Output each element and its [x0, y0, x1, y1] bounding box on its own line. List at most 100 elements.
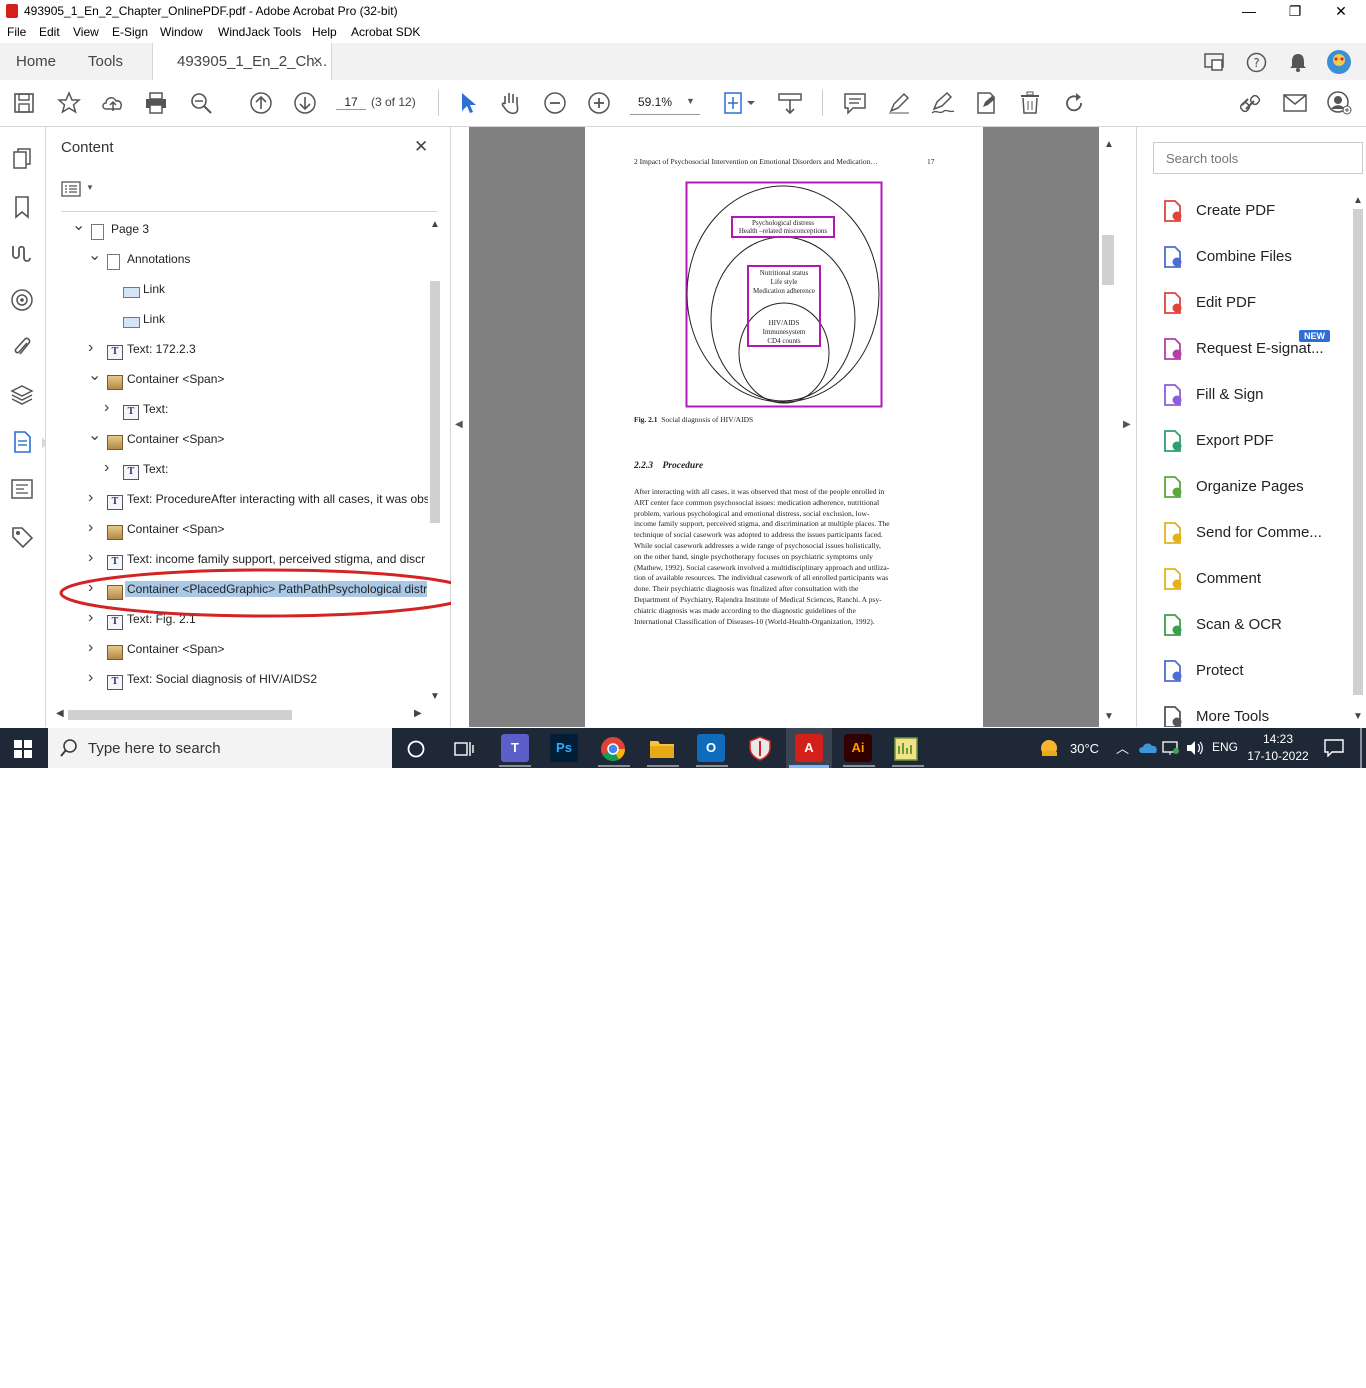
menu-view[interactable]: View — [73, 25, 99, 39]
weather-sun-icon[interactable] — [1038, 738, 1060, 758]
menu-windjack-tools[interactable]: WindJack Tools — [218, 25, 301, 39]
chevron-right-icon[interactable]: › — [88, 640, 98, 656]
h-scrollbar-thumb[interactable] — [68, 710, 292, 720]
doc-vertical-scrollbar[interactable]: ▲ ▼ — [1099, 127, 1119, 727]
print-icon[interactable] — [144, 91, 168, 115]
previous-page-icon[interactable] — [249, 91, 273, 115]
tab-close-icon[interactable]: × — [313, 43, 322, 80]
acrobat-taskbar-active[interactable]: A — [786, 728, 832, 768]
next-page-icon[interactable] — [293, 91, 317, 115]
accessibility-icon[interactable] — [10, 288, 34, 312]
pdf-page[interactable]: 2 Impact of Psychosocial Intervention on… — [585, 127, 983, 727]
weather-temperature[interactable]: 30°C — [1070, 741, 1099, 756]
windows-start-icon[interactable] — [14, 740, 32, 758]
tab-tools[interactable]: Tools — [88, 43, 123, 80]
sign-pen-icon[interactable] — [930, 91, 956, 115]
menu-acrobat-sdk[interactable]: Acrobat SDK — [351, 25, 420, 39]
tool-send-for-comment[interactable]: Send for Comme... — [1161, 519, 1347, 549]
chevron-right-icon[interactable]: › — [88, 340, 98, 356]
zoom-in-icon[interactable] — [587, 91, 611, 115]
bell-icon[interactable] — [1289, 52, 1307, 73]
select-cursor-icon[interactable] — [458, 91, 478, 115]
chevron-right-icon[interactable]: › — [88, 490, 98, 506]
scroll-up-icon[interactable]: ▲ — [1104, 139, 1114, 150]
tags-icon[interactable] — [10, 477, 34, 501]
tool-more-tools[interactable]: More Tools — [1161, 703, 1347, 727]
page-fit-icon[interactable] — [723, 91, 757, 115]
tree-row[interactable]: Link — [60, 307, 428, 337]
content-panel-icon[interactable] — [10, 430, 34, 454]
tool-create-pdf[interactable]: Create PDF — [1161, 197, 1347, 227]
outlook-app-icon[interactable]: O — [697, 734, 725, 762]
scroll-right-icon[interactable]: ▶ — [414, 708, 422, 719]
scroll-up-icon[interactable]: ▲ — [430, 219, 440, 230]
menu-edit[interactable]: Edit — [39, 25, 60, 39]
restore-button[interactable]: ❐ — [1272, 0, 1318, 22]
tools-scrollbar-thumb[interactable] — [1353, 209, 1363, 695]
scroll-up-icon[interactable]: ▲ — [1353, 195, 1363, 206]
chevron-down-icon[interactable]: ⌄ — [88, 368, 101, 384]
tree-row[interactable]: ⌄ Container <Span> — [60, 427, 428, 457]
tab-document[interactable]: 493905_1_En_2_Ch... × — [152, 43, 332, 81]
close-panel-icon[interactable]: ✕ — [414, 137, 428, 157]
zoom-search-icon[interactable] — [189, 91, 213, 115]
zoom-out-icon[interactable] — [543, 91, 567, 115]
notes-app-icon[interactable] — [893, 736, 919, 762]
scroll-mode-icon[interactable] — [778, 91, 802, 115]
tool-fill-sign[interactable]: Fill & Sign — [1161, 381, 1347, 411]
tool-protect[interactable]: Protect — [1161, 657, 1347, 687]
illustrator-app-icon[interactable]: Ai — [844, 734, 872, 762]
teams-app-icon[interactable]: T — [501, 734, 529, 762]
bookmarks-icon[interactable] — [10, 195, 34, 219]
tool-combine-files[interactable]: Combine Files — [1161, 243, 1347, 273]
hand-tool-icon[interactable] — [499, 90, 523, 116]
tree-vertical-scrollbar[interactable]: ▲ ▼ — [428, 219, 442, 705]
chevron-down-icon[interactable]: ⌄ — [72, 218, 85, 234]
options-menu-button[interactable]: ▼ — [61, 179, 99, 201]
tool-edit-pdf[interactable]: Edit PDF — [1161, 289, 1347, 319]
attachments-icon[interactable] — [10, 335, 34, 359]
photoshop-app-icon[interactable]: Ps — [550, 734, 578, 762]
tree-row[interactable]: › T Text: — [60, 457, 428, 487]
tree-row[interactable]: ⌄ Container <Span> — [60, 367, 428, 397]
notifications-icon[interactable] — [1324, 739, 1344, 757]
onedrive-icon[interactable] — [1138, 741, 1158, 755]
collapse-right-icon[interactable]: ▶ — [1123, 419, 1131, 430]
layers-icon[interactable] — [10, 383, 34, 407]
chevron-down-icon[interactable]: ⌄ — [88, 428, 101, 444]
bookmark-star-icon[interactable] — [57, 91, 81, 115]
zoom-select[interactable]: 59.1% ▼ — [630, 94, 700, 115]
tree-row[interactable]: Link — [60, 277, 428, 307]
scrollbar-thumb[interactable] — [430, 281, 440, 523]
chrome-app-icon[interactable] — [600, 736, 626, 762]
upload-cloud-icon[interactable] — [100, 91, 126, 115]
add-user-icon[interactable] — [1327, 91, 1353, 115]
chevron-right-icon[interactable]: › — [104, 460, 114, 476]
chevron-right-icon[interactable]: › — [88, 520, 98, 536]
tool-organize-pages[interactable]: Organize Pages — [1161, 473, 1347, 503]
tree-row[interactable]: › T Text: — [60, 397, 428, 427]
close-window-button[interactable]: ✕ — [1318, 0, 1364, 22]
security-shield-app-icon[interactable] — [748, 735, 772, 761]
tool-comment[interactable]: Comment — [1161, 565, 1347, 595]
email-icon[interactable] — [1283, 93, 1307, 113]
cortana-icon[interactable] — [406, 739, 426, 759]
tree-row[interactable]: ⌄ Annotations — [60, 247, 428, 277]
tool-export-pdf[interactable]: Export PDF — [1161, 427, 1347, 457]
system-clock[interactable]: 14:23 17-10-2022 — [1244, 731, 1312, 765]
menu-esign[interactable]: E-Sign — [112, 25, 148, 39]
delete-icon[interactable] — [1019, 91, 1041, 115]
show-hidden-icons-icon[interactable]: ︿ — [1116, 738, 1129, 757]
avatar[interactable] — [1326, 49, 1352, 75]
search-tools-input[interactable] — [1153, 142, 1363, 174]
save-icon[interactable] — [13, 92, 35, 114]
edit-pdf-icon[interactable] — [974, 91, 998, 115]
tree-row[interactable]: › Container <Span> — [60, 637, 428, 667]
chevron-right-icon[interactable]: › — [104, 400, 114, 416]
tools-scrollbar[interactable]: ▲ ▼ — [1351, 193, 1365, 727]
minimize-button[interactable]: — — [1226, 0, 1272, 22]
signature-panel-icon[interactable] — [10, 241, 34, 265]
page-thumbnails-icon[interactable] — [10, 147, 34, 171]
scroll-down-icon[interactable]: ▼ — [430, 691, 440, 702]
tree-row[interactable]: › T Text: 172.2.3 — [60, 337, 428, 367]
